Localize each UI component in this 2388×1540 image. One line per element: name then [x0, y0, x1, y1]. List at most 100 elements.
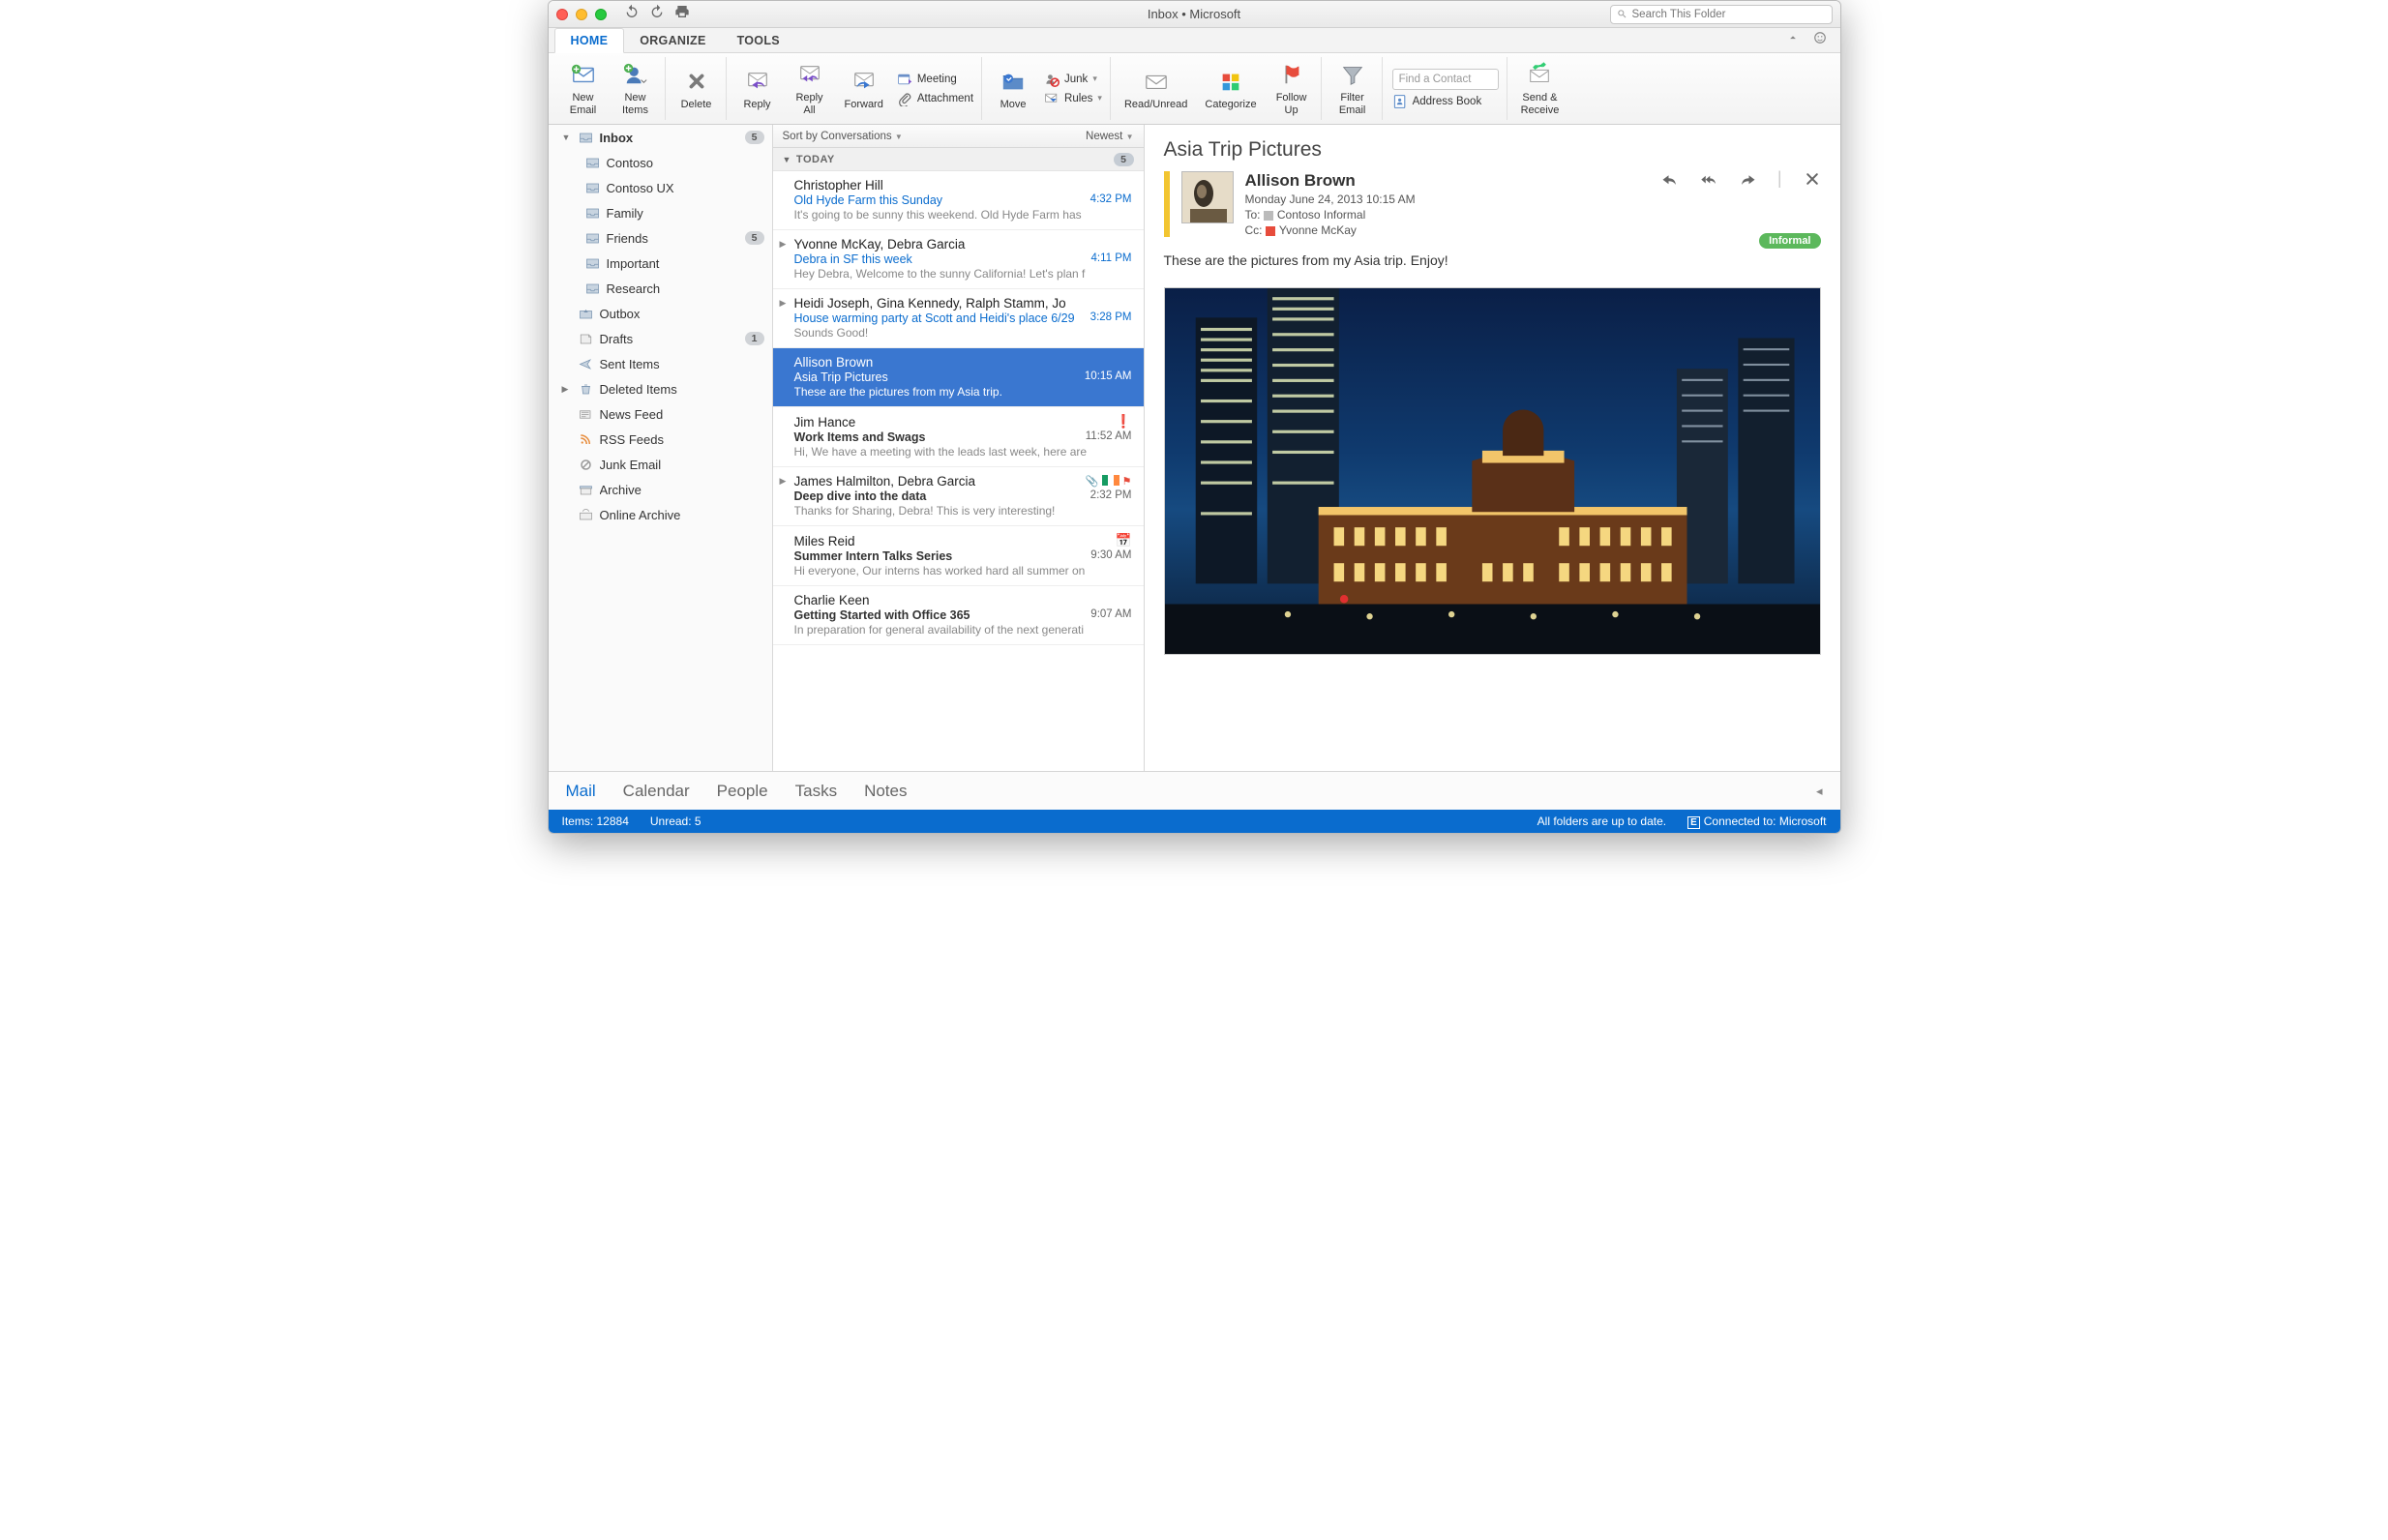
new-email-button[interactable]: New Email [562, 58, 605, 118]
folder-contoso[interactable]: Contoso [549, 150, 772, 175]
meeting-button[interactable]: Meeting [897, 72, 973, 87]
categorize-button[interactable]: Categorize [1201, 65, 1260, 113]
delete-button[interactable]: Delete [675, 65, 718, 113]
folder-contoso-ux[interactable]: Contoso UX [549, 175, 772, 200]
undo-icon[interactable] [624, 4, 640, 24]
drafts-icon [579, 333, 593, 345]
close-window-button[interactable] [556, 9, 568, 20]
reply-icon[interactable] [1661, 171, 1679, 192]
find-contact-input[interactable]: Find a Contact [1392, 69, 1499, 90]
status-connected: EConnected to: Microsoft [1687, 814, 1826, 828]
sender-name: Allison Brown [1245, 171, 1650, 191]
message-item-selected[interactable]: Allison Brown Asia Trip Pictures10:15 AM… [773, 348, 1144, 407]
attachment-button[interactable]: Attachment [897, 91, 973, 106]
folder-online-archive[interactable]: Online Archive [549, 502, 772, 527]
zoom-window-button[interactable] [595, 9, 607, 20]
flag-ireland-icon [1102, 475, 1119, 489]
message-group-today[interactable]: ▼ TODAY 5 [773, 148, 1144, 171]
folder-drafts[interactable]: Drafts1 [549, 326, 772, 351]
new-items-button[interactable]: New Items [614, 58, 657, 118]
archive-icon [579, 484, 593, 496]
message-item[interactable]: ▶ Heidi Joseph, Gina Kennedy, Ralph Stam… [773, 289, 1144, 348]
message-item[interactable]: Charlie Keen Getting Started with Office… [773, 586, 1144, 645]
folder-inbox[interactable]: ▼ Inbox 5 [549, 125, 772, 150]
sort-by-button[interactable]: Sort by Conversations ▼ [783, 131, 903, 142]
junk-icon [579, 459, 593, 471]
attachment-icon: 📎 [1086, 475, 1099, 489]
move-button[interactable]: Move [992, 65, 1034, 113]
folder-sent[interactable]: Sent Items [549, 351, 772, 376]
trash-icon [579, 383, 593, 396]
tab-home[interactable]: HOME [554, 28, 625, 53]
folder-news-feed[interactable]: News Feed [549, 401, 772, 427]
collapse-nav-icon[interactable]: ◂ [1816, 784, 1823, 799]
tab-tools[interactable]: TOOLS [722, 28, 795, 52]
forward-button[interactable]: Forward [841, 65, 887, 113]
email-to: Contoso Informal [1277, 208, 1365, 222]
forward-icon[interactable] [1739, 171, 1756, 192]
online-archive-icon [579, 509, 593, 521]
email-body-text: These are the pictures from my Asia trip… [1145, 249, 1840, 281]
inbox-icon [579, 132, 593, 144]
message-item[interactable]: ▶ Yvonne McKay, Debra Garcia Debra in SF… [773, 230, 1144, 289]
outbox-icon [579, 308, 593, 320]
sort-order-button[interactable]: Newest ▼ [1086, 131, 1133, 142]
titlebar: Inbox • Microsoft [549, 1, 1840, 28]
status-items: Items: 12884 [562, 814, 629, 828]
folder-archive[interactable]: Archive [549, 477, 772, 502]
folder-junk[interactable]: Junk Email [549, 452, 772, 477]
email-cc: Yvonne McKay [1279, 223, 1357, 237]
folder-outbox[interactable]: Outbox [549, 301, 772, 326]
category-bar [1164, 171, 1170, 237]
filter-email-button[interactable]: Filter Email [1331, 58, 1374, 118]
folder-research[interactable]: Research [549, 276, 772, 301]
nav-people[interactable]: People [717, 782, 768, 801]
nav-notes[interactable]: Notes [864, 782, 907, 801]
message-item[interactable]: Miles Reid📅 Summer Intern Talks Series9:… [773, 526, 1144, 586]
email-subject: Asia Trip Pictures [1145, 125, 1840, 171]
news-icon [579, 408, 593, 421]
importance-icon: ❗ [1116, 414, 1132, 429]
inbox-count-badge: 5 [745, 131, 764, 144]
folder-deleted[interactable]: ▶Deleted Items [549, 376, 772, 401]
window-controls [556, 9, 607, 20]
nav-tasks[interactable]: Tasks [795, 782, 837, 801]
message-item[interactable]: Jim Hance❗ Work Items and Swags11:52 AM … [773, 407, 1144, 467]
minimize-window-button[interactable] [576, 9, 587, 20]
reading-pane: Asia Trip Pictures Allison Brown Monday … [1145, 125, 1840, 771]
calendar-icon: 📅 [1116, 533, 1132, 548]
nav-calendar[interactable]: Calendar [623, 782, 690, 801]
status-sync: All folders are up to date. [1537, 814, 1666, 828]
ribbon: New Email New Items Delete Reply Reply A… [549, 53, 1840, 125]
folder-friends[interactable]: Friends5 [549, 225, 772, 251]
tab-organize[interactable]: ORGANIZE [624, 28, 721, 52]
message-item[interactable]: Christopher Hill Old Hyde Farm this Sund… [773, 171, 1144, 230]
read-unread-button[interactable]: Read/Unread [1120, 65, 1191, 113]
folder-family[interactable]: Family [549, 200, 772, 225]
message-list: Christopher Hill Old Hyde Farm this Sund… [773, 171, 1144, 771]
reply-button[interactable]: Reply [736, 65, 779, 113]
search-field[interactable] [1610, 5, 1833, 24]
folder-important[interactable]: Important [549, 251, 772, 276]
rss-icon [579, 433, 593, 446]
message-item[interactable]: ▶ James Halmilton, Debra Garcia📎⚑ Deep d… [773, 467, 1144, 526]
nav-mail[interactable]: Mail [566, 782, 596, 801]
address-book-button[interactable]: Address Book [1392, 94, 1499, 109]
reply-all-button[interactable]: Reply All [789, 58, 831, 118]
delete-message-icon[interactable] [1804, 171, 1821, 192]
smiley-feedback-icon[interactable] [1813, 31, 1827, 49]
follow-up-button[interactable]: Follow Up [1270, 58, 1313, 118]
reply-all-icon[interactable] [1700, 171, 1717, 192]
email-date: Monday June 24, 2013 10:15 AM [1245, 192, 1650, 206]
print-icon[interactable] [674, 4, 690, 24]
collapse-ribbon-icon[interactable] [1786, 31, 1800, 49]
search-icon [1617, 9, 1627, 19]
message-list-header: Sort by Conversations ▼ Newest ▼ [773, 125, 1144, 148]
ribbon-tabs: HOME ORGANIZE TOOLS [549, 28, 1840, 53]
folder-rss[interactable]: RSS Feeds [549, 427, 772, 452]
junk-button[interactable]: Junk ▾ [1044, 72, 1102, 87]
rules-button[interactable]: Rules ▾ [1044, 91, 1102, 106]
redo-icon[interactable] [649, 4, 665, 24]
search-input[interactable] [1632, 9, 1826, 20]
send-receive-button[interactable]: Send & Receive [1517, 58, 1564, 118]
